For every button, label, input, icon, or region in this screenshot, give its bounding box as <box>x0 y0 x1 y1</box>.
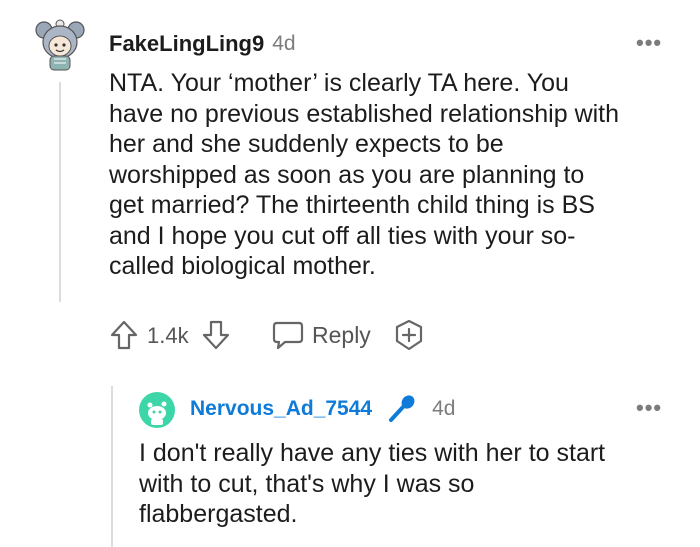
comment-body-line: have no previous established relationshi… <box>109 99 620 128</box>
comment-body-line: called biological mother. <box>109 252 376 280</box>
reply-header: Nervous_Ad_7544 4d <box>190 395 455 423</box>
comment-body-line: NTA. Your ‘mother’ is clearly TA here. Y… <box>109 69 569 97</box>
award-button[interactable] <box>392 318 426 352</box>
reply-more-button[interactable]: ••• <box>636 395 662 421</box>
reply-thread-line[interactable] <box>111 386 113 547</box>
reply-body: I don't really have any ties with her to… <box>139 438 684 530</box>
comment-header: FakeLingLing9 4d <box>109 30 296 58</box>
comment-body: NTA. Your ‘mother’ is clearly TA here. Y… <box>109 68 689 282</box>
reply-avatar[interactable] <box>139 392 175 428</box>
comment-body-line: get married? The thirteenth child thing … <box>109 191 595 219</box>
reply-age: 4d <box>432 397 456 420</box>
comment-username[interactable]: FakeLingLing9 <box>109 31 264 57</box>
speech-bubble-icon <box>272 321 304 350</box>
reply-body-line: flabbergasted. <box>139 500 298 528</box>
reply-body-line: I don't really have any ties with her to… <box>139 439 606 467</box>
downvote-button[interactable] <box>201 318 231 352</box>
comment-more-button[interactable]: ••• <box>636 30 662 56</box>
comment-body-line: and I hope you cut off all ties with you… <box>109 221 576 250</box>
vote-count: 1.4k <box>147 323 189 348</box>
comment-age: 4d <box>272 32 296 55</box>
comment-body-line: worshipped as soon as you are planning t… <box>109 160 585 189</box>
microphone-icon <box>389 395 415 422</box>
award-plus-icon <box>395 319 423 351</box>
reply-button[interactable]: Reply <box>272 318 371 352</box>
thread-line[interactable] <box>59 82 61 302</box>
upvote-button[interactable] <box>109 318 139 352</box>
downvote-arrow-icon <box>202 320 230 350</box>
reply-body-line: with to cut, that's why I was so <box>139 469 475 498</box>
upvote-arrow-icon <box>110 320 138 350</box>
user-avatar[interactable] <box>34 16 86 72</box>
comment-body-line: her and she suddenly expects to be <box>109 130 504 158</box>
reply-label: Reply <box>312 321 371 348</box>
reply-username[interactable]: Nervous_Ad_7544 <box>190 397 372 421</box>
